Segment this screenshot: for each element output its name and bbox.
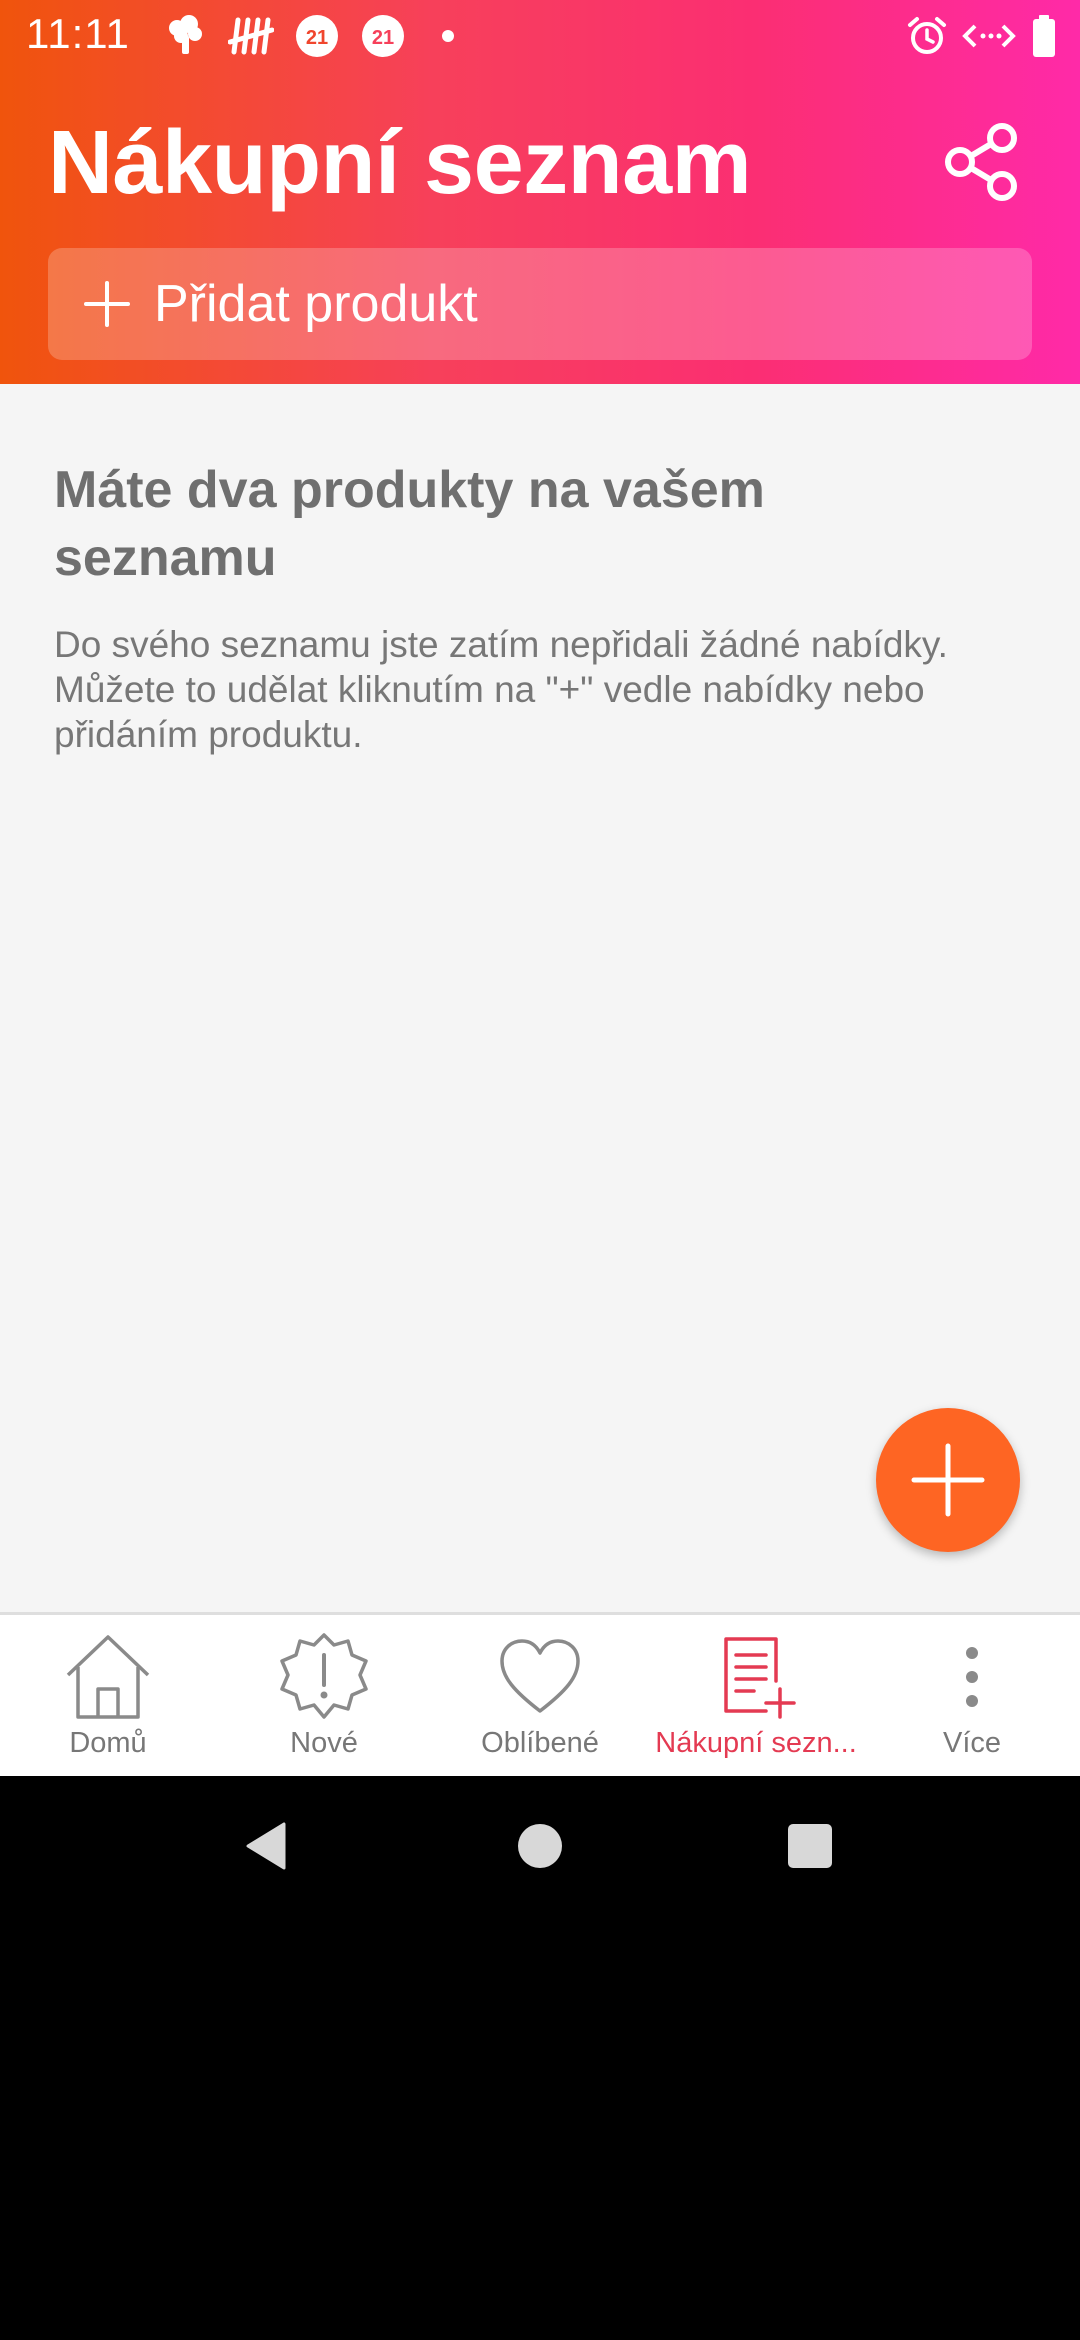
nav-label-shopping-list: Nákupní sezn... (655, 1727, 857, 1759)
add-product-button[interactable]: Přidat produkt (48, 248, 1032, 360)
tally-icon (226, 14, 276, 58)
app-header: 11:11 21 21 Nákupní seznam Přidat produk… (0, 0, 1080, 384)
back-icon[interactable] (228, 1806, 308, 1886)
recents-square-icon[interactable] (770, 1806, 850, 1886)
empty-state-description: Do svého seznamu jste zatím nepřidali žá… (54, 624, 948, 755)
status-time: 11:11 (26, 10, 130, 57)
more-vertical-icon (926, 1631, 1018, 1723)
home-icon (62, 1631, 154, 1723)
new-badge-icon (278, 1631, 370, 1723)
nav-item-new[interactable]: Nové (216, 1615, 432, 1779)
screen: 11:11 21 21 Nákupní seznam Přidat produk… (0, 0, 1080, 2340)
nav-item-shopping-list[interactable]: Nákupní sezn... (648, 1615, 864, 1779)
fab-plus-icon (911, 1443, 985, 1517)
nav-item-home[interactable]: Domů (0, 1615, 216, 1779)
share-icon[interactable] (940, 120, 1024, 204)
nav-label-new: Nové (290, 1727, 358, 1759)
battery-icon (1030, 14, 1058, 58)
empty-state-title: Máte dva produkty na vašem seznamu (54, 461, 765, 587)
home-circle-icon[interactable] (500, 1806, 580, 1886)
bottom-navigation: Domů Nové Oblíbené Nákupní sezn... Více (0, 1612, 1080, 1776)
broccoli-icon (160, 14, 210, 58)
add-fab-button[interactable] (876, 1408, 1020, 1552)
page-title: Nákupní seznam (48, 113, 752, 213)
badge-21-text: 21 (306, 27, 328, 49)
nav-label-favorites: Oblíbené (481, 1727, 599, 1759)
shopping-list-content: Máte dva produkty na vašem seznamu Do sv… (0, 384, 1080, 1612)
nav-label-more: Více (942, 1727, 1002, 1759)
nav-item-more[interactable]: Více (864, 1615, 1080, 1779)
plus-icon (82, 279, 132, 329)
add-product-label: Přidat produkt (154, 275, 478, 333)
system-navigation-bar (0, 1776, 1080, 1916)
heart-icon (494, 1631, 586, 1723)
badge-21-icon-second: 21 (360, 14, 406, 58)
alarm-icon (904, 14, 950, 58)
badge-21-icon: 21 (294, 14, 340, 58)
shopping-list-icon (710, 1631, 802, 1723)
nav-label-home: Domů (69, 1727, 147, 1759)
nav-item-favorites[interactable]: Oblíbené (432, 1615, 648, 1779)
more-notifications-dot-icon (438, 14, 458, 58)
status-bar: 11:11 21 21 (0, 0, 1080, 72)
data-saver-icon (960, 14, 1018, 58)
badge-21-text-second: 21 (372, 27, 394, 49)
